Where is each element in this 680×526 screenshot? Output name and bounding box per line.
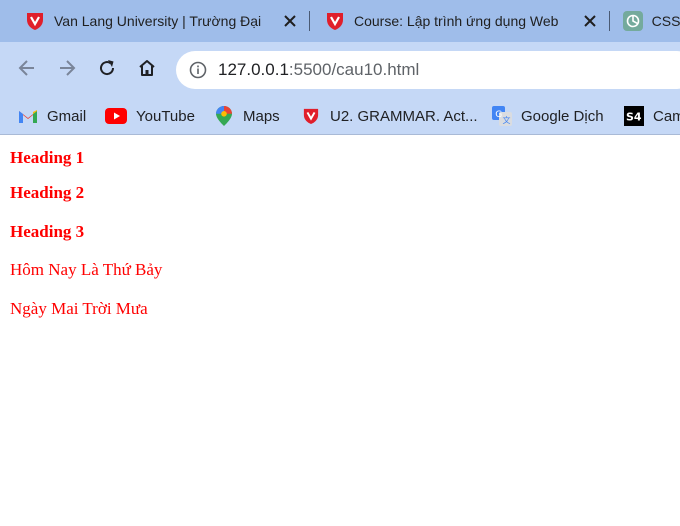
heading-2: Heading 2 [10, 183, 85, 202]
vlu-shield-icon [301, 106, 321, 126]
s4-icon: S4 [624, 106, 644, 126]
bookmark-s4[interactable]: S4 Cam [624, 102, 680, 130]
back-button[interactable] [13, 56, 41, 84]
tab-title: Course: Lập trình ứng dụng Web [354, 13, 559, 29]
bookmark-label: YouTube [136, 107, 195, 125]
bookmark-google-translate[interactable]: G文 Google Dịch [492, 102, 604, 130]
bookmark-label: Maps [243, 107, 280, 125]
tab-title: CSS [651, 13, 680, 29]
reload-icon [97, 58, 117, 83]
browser-toolbar: 127.0.0.1:5500/cau10.html [0, 42, 680, 98]
tab-course[interactable]: Course: Lập trình ứng dụng Web [310, 0, 608, 42]
google-translate-icon: G文 [492, 106, 512, 126]
svg-text:S4: S4 [626, 111, 642, 124]
address-bar[interactable]: 127.0.0.1:5500/cau10.html [176, 51, 680, 89]
url-text: 127.0.0.1:5500/cau10.html [218, 60, 419, 80]
bookmark-grammar[interactable]: U2. GRAMMAR. Act... [301, 102, 478, 130]
close-icon[interactable] [580, 11, 600, 31]
arrow-left-icon [17, 58, 37, 83]
heading-3: Heading 3 [10, 222, 85, 241]
gmail-icon [18, 106, 38, 126]
home-icon [137, 58, 157, 83]
chatgpt-icon [622, 10, 644, 32]
bookmarks-bar: Gmail YouTube Maps U2. GRAMMAR. Act... G… [0, 98, 680, 135]
svg-text:G: G [495, 110, 502, 120]
arrow-right-icon [57, 58, 77, 83]
close-icon[interactable] [280, 11, 300, 31]
info-icon[interactable] [188, 60, 208, 80]
page-content: Heading 1 Heading 2 Heading 3 Hôm Nay Là… [0, 135, 680, 526]
heading-1: Heading 1 [10, 148, 85, 167]
tab-css[interactable]: CSS [610, 0, 680, 42]
maps-icon [214, 106, 234, 126]
svg-text:文: 文 [503, 115, 511, 125]
bookmark-maps[interactable]: Maps [214, 102, 280, 130]
bookmark-label: U2. GRAMMAR. Act... [330, 107, 478, 125]
home-button[interactable] [133, 56, 161, 84]
bookmark-label: Cam [653, 107, 680, 125]
bookmark-gmail[interactable]: Gmail [18, 102, 86, 130]
tab-title: Van Lang University | Trường Đại [54, 13, 262, 29]
youtube-icon [105, 106, 127, 126]
reload-button[interactable] [93, 56, 121, 84]
paragraph-2: Ngày Mai Trời Mưa [10, 299, 148, 318]
bookmark-label: Gmail [47, 107, 87, 125]
tab-van-lang[interactable]: Van Lang University | Trường Đại [0, 0, 308, 42]
paragraph-1: Hôm Nay Là Thứ Bảy [10, 260, 163, 279]
bookmark-youtube[interactable]: YouTube [105, 102, 195, 130]
bookmark-label: Google Dịch [521, 107, 604, 125]
url-host: 127.0.0.1 [218, 60, 289, 79]
url-path: :5500/cau10.html [288, 60, 420, 79]
forward-button[interactable] [53, 56, 81, 84]
vlu-shield-icon [324, 10, 346, 32]
vlu-shield-icon [24, 10, 46, 32]
tab-strip: Van Lang University | Trường Đại Course:… [0, 0, 680, 42]
